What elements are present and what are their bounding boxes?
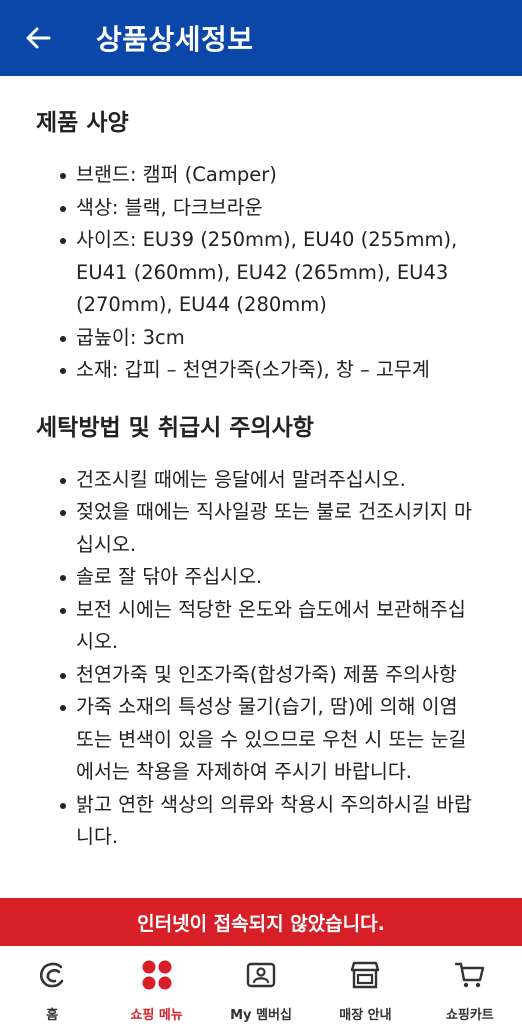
list-item: 천연가죽 및 인조가죽(합성가죽) 제품 주의사항 [60,659,486,692]
nav-label-shopping-menu: 쇼핑 메뉴 [130,1008,183,1023]
back-button[interactable] [0,0,76,76]
section-title-care: 세탁방법 및 취급시 주의사항 [36,414,314,441]
list-item: 보전 시에는 적당한 온도와 습도에서 보관해주십시오. [60,594,486,659]
nav-item-shopping-menu[interactable]: 쇼핑 메뉴 [104,946,208,1024]
store-icon [348,958,382,992]
app-header: 상품상세정보 [0,0,522,76]
nav-item-membership[interactable]: My 멤버십 [209,946,313,1024]
membership-card-icon [244,958,278,992]
list-item: 밝고 연한 색상의 의류와 착용시 주의하시길 바랍니다. [60,789,486,854]
nav-item-cart[interactable]: 쇼핑카트 [418,946,522,1024]
list-item: 브랜드: 캠퍼 (Camper) [60,159,486,192]
offline-banner: 인터넷이 접속되지 않았습니다. [0,898,522,946]
app-screen: 상품상세정보 제품 사양 브랜드: 캠퍼 (Camper) 색상: 블랙, 다크… [0,0,522,1024]
four-dots-menu-icon [140,958,174,992]
care-list: 건조시킬 때에는 응달에서 말려주십시오. 젖었을 때에는 직사일광 또는 불로… [60,464,486,854]
nav-label-store: 매장 안내 [339,1008,392,1023]
nav-label-home: 홈 [46,1008,59,1023]
list-item: 색상: 블랙, 다크브라운 [60,192,486,225]
home-c-logo-icon [35,958,69,992]
list-item: 가죽 소재의 특성상 물기(습기, 땀)에 의해 이염 또는 변색이 있을 수 … [60,691,486,789]
list-item: 굽높이: 3cm [60,322,486,355]
cart-icon [453,958,487,992]
list-item: 사이즈: EU39 (250mm), EU40 (255mm), EU41 (2… [60,224,486,322]
page-title: 상품상세정보 [96,23,254,56]
specs-list: 브랜드: 캠퍼 (Camper) 색상: 블랙, 다크브라운 사이즈: EU39… [60,159,486,387]
arrow-left-icon [26,27,51,49]
nav-item-store[interactable]: 매장 안내 [313,946,417,1024]
nav-label-cart: 쇼핑카트 [445,1008,494,1023]
offline-banner-text: 인터넷이 접속되지 않았습니다. [137,912,385,935]
bottom-nav: 홈 쇼핑 메뉴 My 멤버십 매장 안내 쇼핑카트 [0,946,522,1024]
list-item: 건조시킬 때에는 응달에서 말려주십시오. [60,464,486,497]
nav-item-home[interactable]: 홈 [0,946,104,1024]
section-title-specs: 제품 사양 [36,110,129,136]
nav-label-membership: My 멤버십 [230,1008,292,1023]
list-item: 소재: 갑피 – 천연가죽(소가죽), 창 – 고무계 [60,354,486,387]
list-item: 젖었을 때에는 직사일광 또는 불로 건조시키지 마십시오. [60,496,486,561]
list-item: 솔로 잘 닦아 주십시오. [60,561,486,594]
product-detail-content[interactable]: 제품 사양 브랜드: 캠퍼 (Camper) 색상: 블랙, 다크브라운 사이즈… [0,76,522,898]
